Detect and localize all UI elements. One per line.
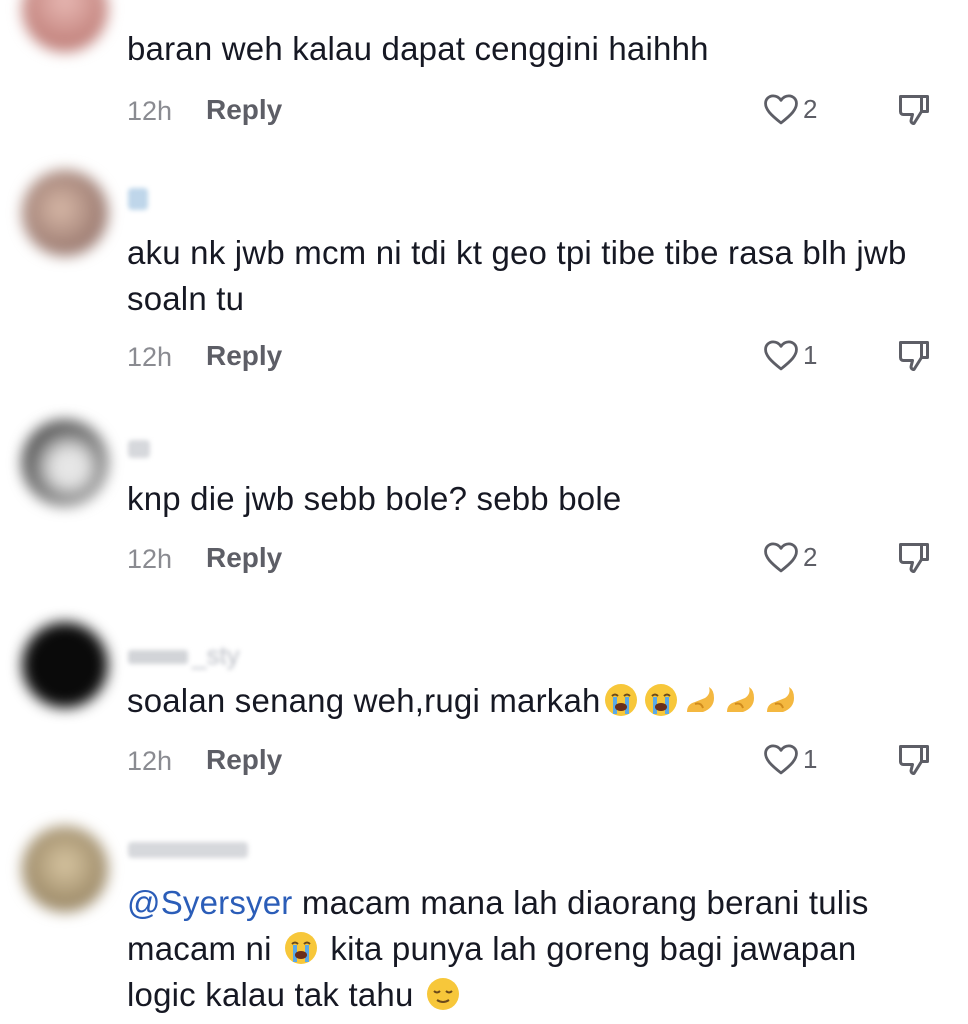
like-count: 2 xyxy=(803,541,818,572)
comment-username[interactable] xyxy=(128,842,248,858)
heart-outline-icon xyxy=(764,340,798,371)
avatar[interactable] xyxy=(22,170,108,256)
heart-outline-icon xyxy=(764,542,798,573)
thumbs-down-icon[interactable] xyxy=(896,92,932,128)
reply-button[interactable]: Reply xyxy=(206,542,282,574)
like-button[interactable]: 1 xyxy=(762,742,817,776)
loudly-crying-face-emoji xyxy=(285,932,318,964)
heart-outline-icon xyxy=(764,744,798,775)
heart-outline-icon xyxy=(764,94,798,125)
like-count: 2 xyxy=(803,93,818,124)
thumbs-down-icon[interactable] xyxy=(896,742,932,778)
thumbs-down-icon[interactable] xyxy=(896,540,932,576)
loudly-crying-face-emoji xyxy=(604,684,637,716)
comment-username[interactable] xyxy=(128,440,150,458)
thumbs-down-icon[interactable] xyxy=(896,338,932,374)
comment-text: baran weh kalau dapat cenggini haihhh xyxy=(127,30,709,67)
like-button[interactable]: 2 xyxy=(762,540,817,574)
reply-button[interactable]: Reply xyxy=(206,340,282,372)
pinching-hand-emoji xyxy=(766,687,794,712)
comment-username[interactable]: _sty xyxy=(128,640,240,671)
relieved-face-emoji xyxy=(426,978,459,1010)
like-count: 1 xyxy=(803,743,818,774)
comment-text: knp die jwb sebb bole? sebb bole xyxy=(127,480,622,517)
comment-time: 12h xyxy=(127,746,173,776)
like-count: 1 xyxy=(803,339,818,370)
avatar[interactable] xyxy=(22,622,108,708)
comment-text: @Syersyer macam mana lah diaorang berani… xyxy=(127,884,869,1013)
avatar[interactable] xyxy=(22,826,108,912)
avatar[interactable] xyxy=(22,0,108,52)
pinching-hand-emoji xyxy=(686,687,714,712)
comment-text: aku nk jwb mcm ni tdi kt geo tpi tibe ti… xyxy=(127,234,907,317)
pinching-hand-emoji xyxy=(726,687,754,712)
loudly-crying-face-emoji xyxy=(644,684,677,716)
like-button[interactable]: 1 xyxy=(762,338,817,372)
like-button[interactable]: 2 xyxy=(762,92,817,126)
comment-time: 12h xyxy=(127,544,173,574)
avatar[interactable] xyxy=(22,420,108,506)
reply-button[interactable]: Reply xyxy=(206,744,282,776)
mention-link[interactable]: @Syersyer xyxy=(127,884,293,921)
comment-time: 12h xyxy=(127,342,173,372)
comment-username[interactable] xyxy=(128,188,148,210)
reply-button[interactable]: Reply xyxy=(206,94,282,126)
comment-time: 12h xyxy=(127,96,173,126)
comment-text: soalan senang weh,rugi markah xyxy=(127,678,927,724)
